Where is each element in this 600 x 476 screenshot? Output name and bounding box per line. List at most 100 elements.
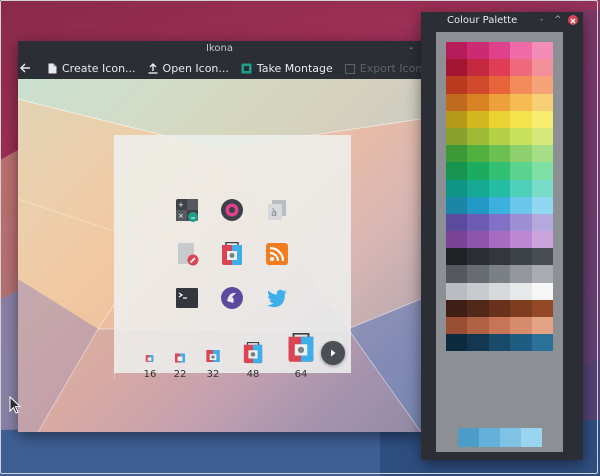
colour-swatch[interactable] — [531, 127, 553, 146]
colour-swatch[interactable] — [510, 317, 532, 335]
colour-swatch[interactable] — [446, 145, 468, 163]
colour-swatch[interactable] — [510, 248, 532, 266]
colour-swatch[interactable] — [446, 299, 468, 317]
palette-maximize-button[interactable]: ^ — [554, 12, 562, 29]
colour-swatch[interactable] — [531, 299, 553, 317]
colour-swatch[interactable] — [488, 213, 511, 232]
colour-swatch[interactable] — [531, 110, 553, 128]
colour-swatch[interactable] — [531, 42, 553, 60]
open-icon-button[interactable]: Open Icon... — [142, 57, 235, 79]
colour-swatch[interactable] — [488, 265, 511, 283]
colour-swatch[interactable] — [531, 162, 553, 180]
colour-swatch[interactable] — [510, 59, 532, 77]
colour-swatch[interactable] — [531, 59, 553, 77]
create-icon-button[interactable]: Create Icon... — [42, 57, 142, 79]
next-button[interactable] — [321, 341, 345, 365]
colour-swatch[interactable] — [531, 213, 553, 232]
colour-swatch[interactable] — [488, 93, 511, 111]
colour-swatch[interactable] — [467, 317, 489, 335]
palette-minimize-button[interactable]: - — [540, 12, 543, 29]
colour-swatch[interactable] — [488, 317, 511, 335]
colour-swatch[interactable] — [446, 231, 468, 249]
colour-swatch[interactable] — [467, 162, 489, 180]
colour-swatch[interactable] — [531, 76, 553, 94]
colour-swatch[interactable] — [500, 428, 521, 447]
colour-swatch[interactable] — [488, 162, 511, 180]
back-button[interactable] — [20, 57, 36, 79]
colour-swatch[interactable] — [531, 231, 553, 249]
colour-swatch[interactable] — [446, 265, 468, 283]
colour-swatch[interactable] — [510, 196, 532, 214]
colour-swatch[interactable] — [467, 110, 489, 128]
colour-swatch[interactable] — [467, 299, 489, 317]
colour-swatch[interactable] — [510, 299, 532, 317]
colour-swatch[interactable] — [510, 265, 532, 283]
colour-swatch[interactable] — [467, 145, 489, 163]
colour-swatch[interactable] — [488, 282, 511, 300]
colour-swatch[interactable] — [488, 248, 511, 266]
colour-swatch[interactable] — [510, 231, 532, 249]
colour-swatch[interactable] — [446, 213, 468, 232]
colour-swatch[interactable] — [467, 76, 489, 94]
colour-swatch[interactable] — [488, 59, 511, 77]
colour-swatch[interactable] — [510, 76, 532, 94]
colour-swatch[interactable] — [488, 76, 511, 94]
colour-swatch[interactable] — [467, 282, 489, 300]
colour-swatch[interactable] — [488, 196, 511, 214]
colour-swatch[interactable] — [467, 213, 489, 232]
colour-swatch[interactable] — [531, 93, 553, 111]
colour-swatch[interactable] — [446, 196, 468, 214]
colour-swatch[interactable] — [467, 93, 489, 111]
colour-swatch[interactable] — [446, 248, 468, 266]
colour-swatch[interactable] — [458, 428, 479, 447]
colour-swatch[interactable] — [446, 282, 468, 300]
colour-swatch[interactable] — [446, 59, 468, 77]
colour-swatch[interactable] — [488, 299, 511, 317]
colour-swatch[interactable] — [510, 93, 532, 111]
colour-swatch[interactable] — [488, 145, 511, 163]
colour-swatch[interactable] — [488, 110, 511, 128]
colour-swatch[interactable] — [488, 231, 511, 249]
colour-swatch[interactable] — [531, 179, 553, 197]
colour-swatch[interactable] — [467, 334, 489, 352]
colour-swatch[interactable] — [531, 334, 553, 352]
colour-swatch[interactable] — [521, 428, 542, 447]
colour-swatch[interactable] — [446, 93, 468, 111]
colour-swatch[interactable] — [467, 265, 489, 283]
colour-swatch[interactable] — [446, 110, 468, 128]
palette-titlebar[interactable]: Colour Palette - ^ — [421, 12, 583, 29]
colour-swatch[interactable] — [467, 42, 489, 60]
colour-swatch[interactable] — [510, 127, 532, 146]
colour-swatch[interactable] — [531, 196, 553, 214]
palette-close-button[interactable] — [568, 15, 578, 25]
colour-swatch[interactable] — [510, 145, 532, 163]
colour-swatch[interactable] — [531, 265, 553, 283]
colour-swatch[interactable] — [531, 317, 553, 335]
colour-swatch[interactable] — [446, 76, 468, 94]
colour-swatch[interactable] — [467, 231, 489, 249]
colour-swatch[interactable] — [510, 282, 532, 300]
colour-swatch[interactable] — [531, 248, 553, 266]
colour-swatch[interactable] — [467, 248, 489, 266]
colour-swatch[interactable] — [510, 42, 532, 60]
colour-swatch[interactable] — [510, 162, 532, 180]
colour-swatch[interactable] — [446, 179, 468, 197]
colour-swatch[interactable] — [467, 179, 489, 197]
minimize-button[interactable]: - — [409, 41, 413, 57]
take-montage-button[interactable]: Take Montage — [235, 57, 339, 79]
colour-swatch[interactable] — [446, 317, 468, 335]
colour-swatch[interactable] — [467, 59, 489, 77]
colour-swatch[interactable] — [467, 196, 489, 214]
colour-swatch[interactable] — [446, 42, 468, 60]
colour-swatch[interactable] — [446, 162, 468, 180]
window-titlebar[interactable]: Ikona - — [18, 41, 421, 57]
colour-swatch[interactable] — [488, 127, 511, 146]
colour-swatch[interactable] — [488, 179, 511, 197]
colour-swatch[interactable] — [510, 334, 532, 352]
colour-swatch[interactable] — [531, 145, 553, 163]
colour-swatch[interactable] — [446, 127, 468, 146]
colour-swatch[interactable] — [531, 282, 553, 300]
colour-swatch[interactable] — [510, 213, 532, 232]
colour-swatch[interactable] — [488, 334, 511, 352]
colour-swatch[interactable] — [510, 179, 532, 197]
